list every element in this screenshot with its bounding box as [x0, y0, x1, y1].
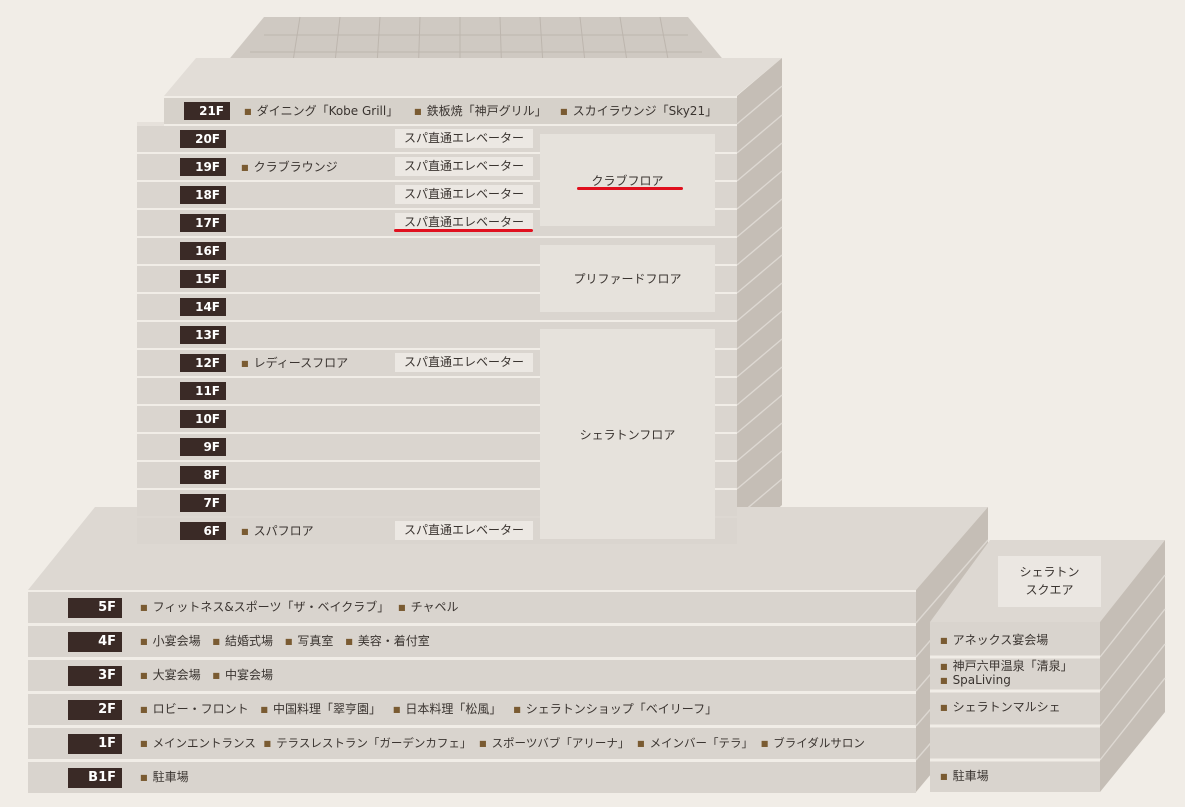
facility-item: 中宴会場 — [212, 668, 273, 682]
annex-name-line2: スクエア — [1025, 583, 1074, 597]
annex-row-2f: シェラトンマルシェ — [930, 694, 1100, 725]
annex-facility-spaliving: SpaLiving — [940, 673, 1011, 688]
annex-facility-marche: シェラトンマルシェ — [940, 700, 1061, 715]
annex-facility-parking: 駐車場 — [940, 769, 989, 784]
elevator-17f-underline — [394, 229, 533, 232]
floor-label: 14F — [180, 298, 226, 316]
preferred-floor-zone: プリファードフロア — [540, 245, 715, 312]
facility-item: ロビー・フロント — [140, 702, 249, 716]
annex-name-line1: シェラトン — [1019, 565, 1080, 579]
facility-list: 大宴会場 中宴会場 — [140, 667, 273, 684]
sheraton-floor-label: シェラトンフロア — [579, 427, 676, 442]
floor-row-1f: 1F メインエントランス テラスレストラン「ガーデンカフェ」 スポーツバブ「アリ… — [28, 728, 916, 759]
facility-list: 小宴会場 結婚式場 写真室 美容・着付室 — [140, 633, 430, 650]
floor-label: 5F — [68, 598, 122, 618]
facility-kobe-grill: ダイニング「Kobe Grill」 — [244, 103, 399, 120]
facility-item: メインエントランス — [140, 736, 256, 750]
preferred-floor-label: プリファードフロア — [573, 272, 682, 286]
facility-sky-lounge: スカイラウンジ「Sky21」 — [560, 103, 718, 120]
floor-label: 15F — [180, 270, 226, 288]
spa-elevator-label: スパ直通エレベーター — [395, 353, 533, 372]
floor-label: 3F — [68, 666, 122, 686]
club-floor-zone: クラブフロア — [540, 134, 715, 226]
floor-label: 19F — [180, 158, 226, 176]
floor-row-b1f: B1F 駐車場 — [28, 762, 916, 793]
floor-label: 9F — [180, 438, 226, 456]
floor-label: 12F — [180, 354, 226, 372]
facility-item: 大宴会場 — [140, 668, 201, 682]
facility-list: メインエントランス テラスレストラン「ガーデンカフェ」 スポーツバブ「アリーナ」… — [140, 735, 865, 752]
floor-label: 2F — [68, 700, 122, 720]
facility-item: フィットネス&スポーツ「ザ・ベイクラブ」 — [140, 600, 389, 614]
facility-item: テラスレストラン「ガーデンカフェ」 — [264, 736, 472, 750]
facility-item: チャペル — [398, 600, 458, 614]
floor-label: 10F — [180, 410, 226, 428]
facility-ladies-floor: レディースフロア — [241, 355, 349, 372]
spa-elevator-label: スパ直通エレベーター — [395, 185, 533, 204]
annex-row-b1f: 駐車場 — [930, 762, 1100, 793]
floor-label: 8F — [180, 466, 226, 484]
facility-item: スポーツバブ「アリーナ」 — [479, 736, 629, 750]
floor-label: 7F — [180, 494, 226, 512]
floor-label: 6F — [180, 522, 226, 540]
floor-label: 21F — [184, 102, 230, 120]
floor-row-5f: 5F フィットネス&スポーツ「ザ・ベイクラブ」 チャペル — [28, 592, 916, 623]
floor-label: 16F — [180, 242, 226, 260]
facility-spa-floor: スパフロア — [241, 523, 314, 540]
annex-row-3f: 神戸六甲温泉「清泉」 SpaLiving — [930, 656, 1100, 687]
floor-row-21f: 21F ダイニング「Kobe Grill」 鉄板焼「神戸グリル」 スカイラウンジ… — [164, 98, 737, 124]
club-floor-underline — [577, 187, 683, 190]
floor-label: 4F — [68, 632, 122, 652]
facility-list: 駐車場 — [140, 769, 189, 786]
facility-item: 美容・着付室 — [345, 634, 430, 648]
facility-item: 日本料理「松風」 — [393, 702, 502, 716]
spa-elevator-label: スパ直通エレベーター — [395, 129, 533, 148]
sheraton-floor-zone: シェラトンフロア — [540, 329, 715, 539]
club-floor-label: クラブフロア — [591, 173, 664, 188]
annex-facility-onsen: 神戸六甲温泉「清泉」 — [940, 659, 1073, 674]
floor-row-2f: 2F ロビー・フロント 中国料理「翠亨園」 日本料理「松風」 シェラトンショップ… — [28, 694, 916, 725]
spa-elevator-label: スパ直通エレベーター — [395, 521, 533, 540]
floor-row-4f: 4F 小宴会場 結婚式場 写真室 美容・着付室 — [28, 626, 916, 657]
facility-item: 中国料理「翠亨園」 — [260, 702, 381, 716]
facility-item: ブライダルサロン — [761, 736, 865, 750]
facility-item: シェラトンショップ「ベイリーフ」 — [513, 702, 717, 716]
sheraton-square-label: シェラトン スクエア — [998, 556, 1101, 607]
floor-label: B1F — [68, 768, 122, 788]
facility-list: フィットネス&スポーツ「ザ・ベイクラブ」 チャペル — [140, 599, 458, 616]
facility-item: 小宴会場 — [140, 634, 201, 648]
facility-item: 駐車場 — [140, 770, 189, 784]
floor-label: 20F — [180, 130, 226, 148]
facility-teppanyaki: 鉄板焼「神戸グリル」 — [414, 103, 547, 120]
facility-item: メインバー「テラ」 — [637, 736, 753, 750]
facility-club-lounge: クラブラウンジ — [241, 159, 338, 176]
floor-label: 11F — [180, 382, 226, 400]
annex-row-4f: アネックス宴会場 — [930, 626, 1100, 657]
spa-elevator-label: スパ直通エレベーター — [395, 157, 533, 176]
floor-label: 13F — [180, 326, 226, 344]
floor-row-3f: 3F 大宴会場 中宴会場 — [28, 660, 916, 691]
floor-label: 17F — [180, 214, 226, 232]
floor-label: 1F — [68, 734, 122, 754]
facility-item: 結婚式場 — [212, 634, 273, 648]
hotel-floor-guide: 21F ダイニング「Kobe Grill」 鉄板焼「神戸グリル」 スカイラウンジ… — [0, 0, 1185, 807]
floor-label: 18F — [180, 186, 226, 204]
annex-facility-banquet: アネックス宴会場 — [940, 633, 1049, 648]
facility-item: 写真室 — [285, 634, 334, 648]
facility-list: ロビー・フロント 中国料理「翠亨園」 日本料理「松風」 シェラトンショップ「ベイ… — [140, 701, 717, 718]
